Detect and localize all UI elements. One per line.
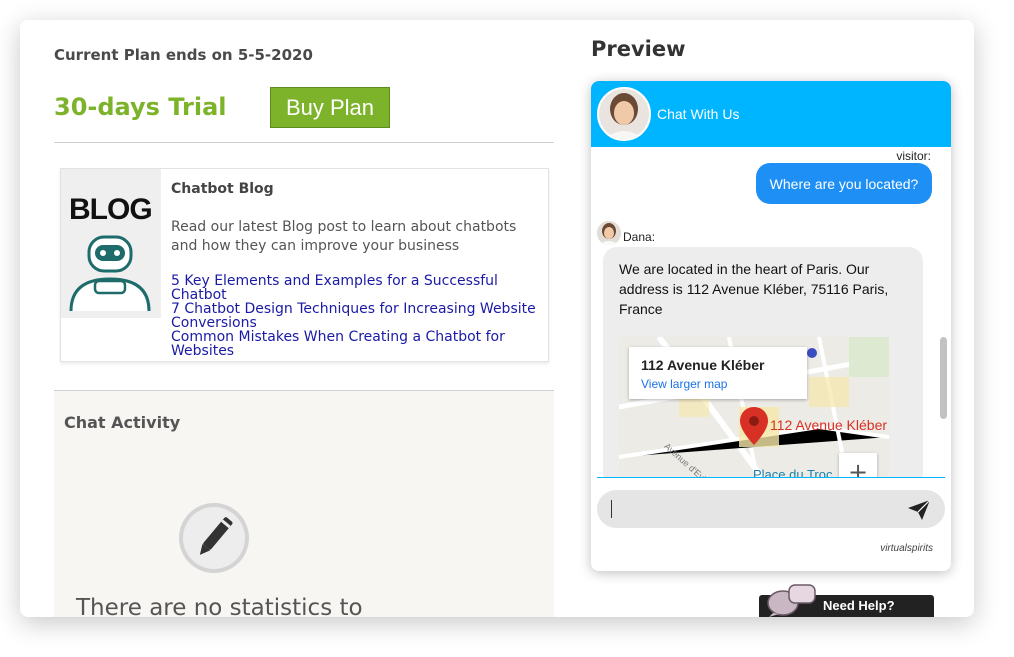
trial-label: 30-days Trial <box>54 93 227 121</box>
blog-description: Read our latest Blog post to learn about… <box>171 219 517 254</box>
agent-avatar <box>597 221 621 245</box>
blog-image-word: BLOG <box>69 193 153 226</box>
blog-links: 5 Key Elements and Examples for a Succes… <box>171 274 541 358</box>
agent-name: Dana: <box>623 230 656 244</box>
agent-message-text: We are located in the heart of Paris. Ou… <box>619 261 889 317</box>
buy-plan-button[interactable]: Buy Plan <box>270 87 390 128</box>
chat-header-title: Chat With Us <box>657 106 740 122</box>
map-place-label: Place du Troc <box>753 467 833 477</box>
robot-icon <box>69 235 151 312</box>
chat-widget-preview: Chat With Us visitor: Where are you loca… <box>591 81 951 571</box>
text-caret <box>611 500 612 518</box>
map-card-title: 112 Avenue Kléber <box>641 357 765 373</box>
blog-widget: BLOG Chatbot Blog Read our latest Blog p… <box>60 168 549 362</box>
blog-link[interactable]: Common Mistakes When Creating a Chatbot … <box>171 330 541 358</box>
chat-message-input[interactable] <box>597 490 945 528</box>
input-separator <box>597 477 945 478</box>
blog-image: BLOG <box>61 169 161 318</box>
preview-title: Preview <box>591 37 686 61</box>
visitor-label: visitor: <box>896 149 931 163</box>
map-zoom-in-button[interactable]: + <box>839 453 877 477</box>
visitor-message: Where are you located? <box>756 163 932 204</box>
send-icon[interactable] <box>907 499 931 521</box>
agent-message: We are located in the heart of Paris. Ou… <box>603 247 923 477</box>
map-pin-icon <box>740 407 768 445</box>
plan-end-date: Current Plan ends on 5-5-2020 <box>54 46 313 64</box>
chat-bubbles-icon <box>767 584 816 617</box>
map-pin-label: 112 Avenue Kléber <box>770 417 888 433</box>
blog-link[interactable]: 7 Chatbot Design Techniques for Increasi… <box>171 302 541 330</box>
blog-link[interactable]: 5 Key Elements and Examples for a Succes… <box>171 274 541 302</box>
chat-activity-title: Chat Activity <box>64 413 181 432</box>
divider <box>54 142 554 143</box>
need-help-button[interactable]: Need Help? <box>759 584 934 617</box>
blog-title: Chatbot Blog <box>171 181 274 197</box>
map-info-card: 112 Avenue Kléber View larger map <box>629 347 807 399</box>
message-scrollbar-track <box>935 147 951 477</box>
message-list: visitor: Where are you located? Dana: We… <box>591 147 935 477</box>
need-help-label: Need Help? <box>823 598 895 613</box>
brand-label: virtualspirits <box>880 543 933 554</box>
chat-header: Chat With Us <box>591 81 951 147</box>
view-larger-map-link[interactable]: View larger map <box>641 377 727 391</box>
no-statistics-message: There are no statistics to <box>76 595 363 617</box>
avatar <box>597 87 651 141</box>
chat-activity-panel: Chat Activity There are no statistics to <box>54 390 554 617</box>
pencil-icon <box>179 503 249 573</box>
dashboard-card: Current Plan ends on 5-5-2020 30-days Tr… <box>20 20 974 617</box>
embedded-map[interactable]: 112 Avenue Kléber View larger map 112 Av… <box>619 337 889 477</box>
message-scrollbar[interactable] <box>940 337 947 419</box>
